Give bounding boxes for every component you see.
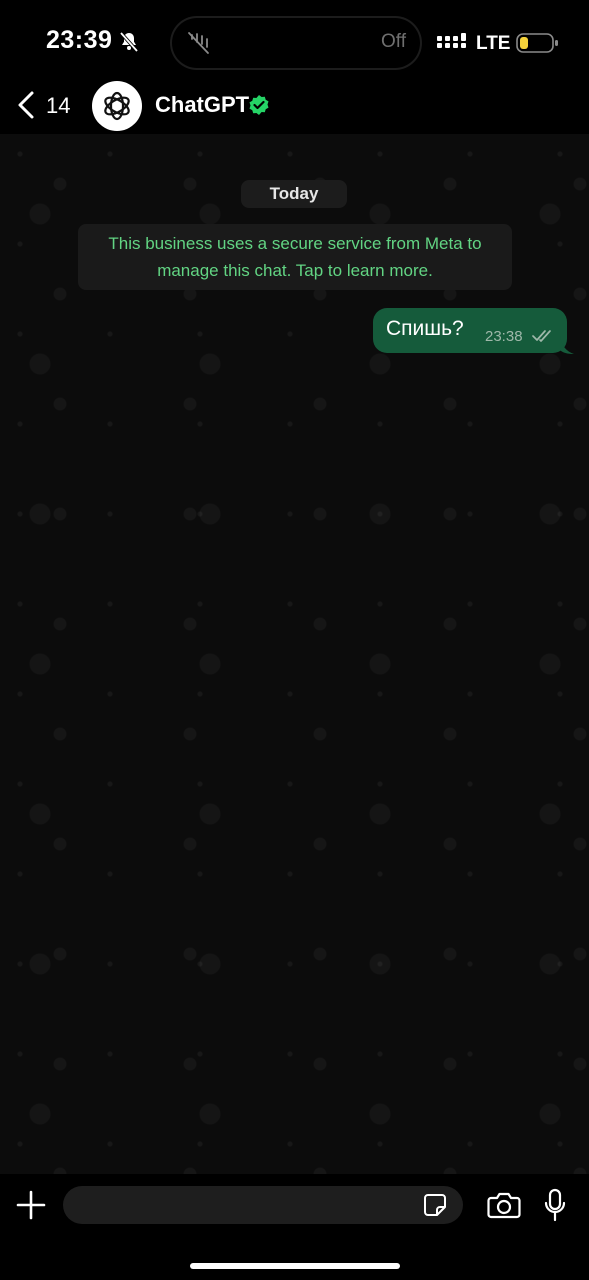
business-info-notice[interactable]: This business uses a secure service from… (78, 224, 512, 290)
outgoing-message-bubble[interactable]: Спишь? 23:38 (373, 308, 567, 353)
microphone-icon[interactable] (543, 1188, 567, 1222)
message-text: Спишь? (386, 317, 464, 340)
sticker-icon[interactable] (423, 1193, 447, 1217)
unread-chats-count[interactable]: 14 (46, 93, 70, 119)
status-bar: 23:39 Off LTE (0, 0, 589, 80)
openai-logo-icon (104, 91, 130, 121)
bell-off-icon (119, 31, 139, 53)
chevron-left-icon[interactable] (14, 90, 38, 120)
date-separator: Today (241, 180, 347, 208)
camera-icon[interactable] (487, 1191, 521, 1219)
network-type: LTE (476, 33, 511, 54)
dynamic-island: Off (170, 16, 422, 70)
avatar[interactable] (92, 81, 142, 131)
status-time: 23:39 (46, 26, 113, 54)
bubble-tail (560, 336, 574, 354)
contact-name[interactable]: ChatGPT (155, 92, 249, 118)
home-indicator[interactable] (190, 1263, 400, 1269)
message-input[interactable] (63, 1186, 463, 1224)
battery-icon (516, 33, 558, 53)
chat-header: 14 ChatGPT (0, 80, 589, 134)
whatsapp-chat-screen: 23:39 Off LTE 14 ChatGPT Today This busi… (0, 0, 589, 1280)
island-status-text: Off (381, 31, 406, 52)
verified-badge-icon (249, 95, 269, 115)
chat-messages-area[interactable]: Today This business uses a secure servic… (0, 134, 589, 1174)
message-time: 23:38 (485, 328, 523, 345)
double-check-icon (532, 330, 551, 342)
signal-strength-icon (437, 33, 466, 48)
plus-icon[interactable] (16, 1190, 46, 1220)
composer-bar (0, 1174, 589, 1280)
mute-activity-icon (188, 32, 209, 54)
